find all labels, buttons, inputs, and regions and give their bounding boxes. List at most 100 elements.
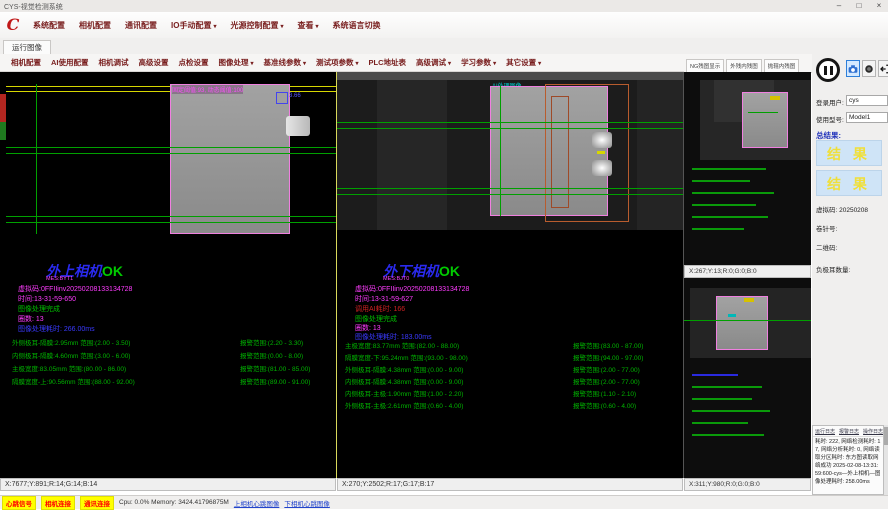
right-sidebar: 登录用户: cys 使用型号: Model1 总结果: 结 果 结 果 虚拟码:… — [812, 54, 888, 495]
tab-run-image[interactable]: 运行图像 — [3, 40, 51, 55]
bottom-status-bar: 心跳信号 相机连接 通讯连接 Cpu: 0.0% Memory: 3424.41… — [0, 495, 888, 509]
yellow-mark — [770, 96, 780, 100]
thumb-top-view[interactable] — [684, 72, 811, 265]
green-measure-line — [684, 320, 811, 321]
cpu-memory-text: Cpu: 0.0% Memory: 3424.41796875M — [119, 499, 229, 506]
left-camera-view[interactable]: 固定阈值:93, 动态阈值:100 3.66 外上相机OK MES:BYT1 虚… — [0, 72, 337, 478]
lens-icon — [864, 64, 874, 74]
window-controls: – □ × — [832, 0, 886, 11]
login-user-label: 登录用户: — [816, 97, 844, 107]
close-button[interactable]: × — [872, 0, 886, 11]
thumb-top-status: X:267;Y:13;R:0;G:0;B:0 — [684, 265, 811, 278]
upper-camera-heartbeat-link[interactable]: 上相机心跳图像 — [234, 498, 280, 508]
menu-language-switch[interactable]: 系统语言切换 — [326, 20, 388, 31]
heartbeat-badge: 心跳信号 — [2, 496, 36, 510]
tab-outer-inner-defect[interactable]: 外残内残图 — [726, 59, 762, 72]
result-ok-text: OK — [102, 263, 123, 279]
menu-comm-config[interactable]: 通讯配置 — [118, 20, 164, 31]
cell-region-box — [742, 92, 788, 148]
tab-run-log[interactable]: 运行日志 — [815, 428, 835, 435]
center-ai-elapsed: 调用AI耗时: 166 — [355, 304, 405, 314]
menu-bar: C 系统配置 相机配置 通讯配置 IO手动配置▾ 光源控制配置▾ 查看▾ 系统语… — [0, 12, 888, 39]
menu-io-manual[interactable]: IO手动配置▾ — [164, 20, 223, 31]
model-label: 使用型号: — [816, 114, 844, 124]
green-measure-line — [6, 153, 336, 154]
scrollbar-thumb[interactable] — [884, 427, 888, 445]
edge-green-strip — [0, 122, 6, 140]
center-mes-text: MES:BJT0 — [383, 276, 409, 282]
menu-system-config[interactable]: 系统配置 — [26, 20, 72, 31]
camera-connection-badge: 相机连接 — [41, 496, 75, 510]
comm-connection-badge: 通讯连接 — [80, 496, 114, 510]
chevron-down-icon: ▾ — [303, 61, 306, 67]
tool-advanced-settings[interactable]: 高级设置 — [134, 57, 174, 68]
left-process-elapsed: 图像处理耗时: 266.00ms — [18, 324, 95, 334]
tool-spot-check[interactable]: 点检设置 — [174, 57, 214, 68]
left-mes-text: MES:BYT1 — [46, 276, 73, 282]
pause-button[interactable] — [816, 58, 840, 82]
center-virtual-code: 虚拟码:0FFIIinv20250208133134728 — [355, 284, 469, 294]
tool-baseline-params[interactable]: 基准线参数▾ — [259, 57, 312, 68]
thumb-bottom-view[interactable] — [684, 278, 811, 478]
menu-view[interactable]: 查看▾ — [290, 20, 325, 31]
lower-camera-heartbeat-link[interactable]: 下相机心跳图像 — [284, 498, 330, 508]
tool-camera-config[interactable]: 相机配置 — [6, 57, 46, 68]
thumb-text-block — [692, 168, 802, 240]
cyan-mark — [728, 314, 736, 317]
machine-structure — [637, 80, 683, 230]
left-view-status: X:7677;Y:891;R:14;G:14;B:14 — [0, 478, 336, 491]
needle-number-label: 卷针号: — [816, 223, 837, 233]
virtual-code-label: 虚拟码: 20250208 — [816, 204, 868, 214]
left-virtual-code: 虚拟码:0FFIIinv20250208133134728 — [18, 284, 132, 294]
center-camera-view[interactable]: AI处理图像 外下相机OK MES:BJT0 虚拟码:0FFIIinv20250… — [337, 72, 684, 478]
minimize-button[interactable]: – — [832, 0, 846, 11]
login-user-field[interactable]: cys — [846, 95, 888, 106]
log-tab-strip: 运行日志 报警日志 操作日志 — [813, 426, 883, 437]
green-measure-line — [748, 112, 778, 113]
tab-reject-roller-defect[interactable]: 抛辊内残图 — [764, 59, 800, 72]
tab-ng-images[interactable]: NG残图显示 — [686, 59, 724, 72]
measurement-row: 内侧极耳-主极:1.90mm 范围:(1.00 - 2.20)报警范围:(1.1… — [345, 391, 679, 398]
measurement-row: 外侧极耳-主极:2.61mm 范围:(0.60 - 4.00)报警范围:(0.6… — [345, 403, 679, 410]
cell-region-box — [170, 84, 290, 234]
exit-button[interactable] — [878, 60, 888, 77]
tool-plc-address[interactable]: PLC地址表 — [364, 57, 412, 68]
qrcode-label: 二维码: — [816, 242, 837, 252]
menu-camera-config[interactable]: 相机配置 — [72, 20, 118, 31]
green-measure-line — [337, 188, 683, 189]
green-vertical-line — [500, 86, 501, 216]
maximize-button[interactable]: □ — [852, 0, 866, 11]
blue-marker-box — [276, 92, 288, 104]
lens-camera-button[interactable] — [862, 60, 876, 77]
green-measure-line — [337, 194, 683, 195]
tool-ai-config[interactable]: AI使用配置 — [46, 57, 94, 68]
yellow-mark — [744, 298, 754, 302]
chevron-down-icon: ▾ — [213, 24, 216, 30]
tab-operation-log[interactable]: 操作日志 — [863, 428, 883, 435]
chevron-down-icon: ▾ — [251, 61, 254, 67]
tab-alarm-log[interactable]: 报警日志 — [839, 428, 859, 435]
camera-icon — [848, 64, 858, 74]
bright-tab-blob — [592, 160, 612, 176]
snapshot-camera-button[interactable] — [846, 60, 860, 77]
green-measure-line — [337, 128, 683, 129]
tool-learning-params[interactable]: 学习参数▾ — [456, 57, 501, 68]
toolbar: 相机配置 AI使用配置 相机调试 高级设置 点检设置 图像处理▾ 基准线参数▾ … — [0, 54, 684, 72]
green-vertical-line — [36, 84, 37, 234]
model-field[interactable]: Model1 — [846, 112, 888, 123]
log-scrollbar[interactable] — [884, 425, 888, 495]
chevron-down-icon: ▾ — [493, 61, 496, 67]
tool-other-settings[interactable]: 其它设置▾ — [501, 57, 546, 68]
chevron-down-icon: ▾ — [280, 24, 283, 30]
menu-light-control[interactable]: 光源控制配置▾ — [223, 20, 290, 31]
tab-blob — [286, 116, 310, 136]
tool-test-params[interactable]: 测试项参数▾ — [311, 57, 364, 68]
green-measure-line — [6, 222, 336, 223]
tool-camera-debug[interactable]: 相机调试 — [94, 57, 134, 68]
tool-advanced-debug[interactable]: 高级调试▾ — [411, 57, 456, 68]
log-text: 耗时: 222, 网络检测耗时: 17, 网络分析耗时: 0, 网络读取分区耗时… — [813, 437, 883, 489]
tool-image-process[interactable]: 图像处理▾ — [214, 57, 259, 68]
app-logo-icon: C — [4, 16, 22, 34]
thumb-text-block — [692, 374, 802, 446]
result-box-top: 结 果 — [816, 140, 882, 166]
